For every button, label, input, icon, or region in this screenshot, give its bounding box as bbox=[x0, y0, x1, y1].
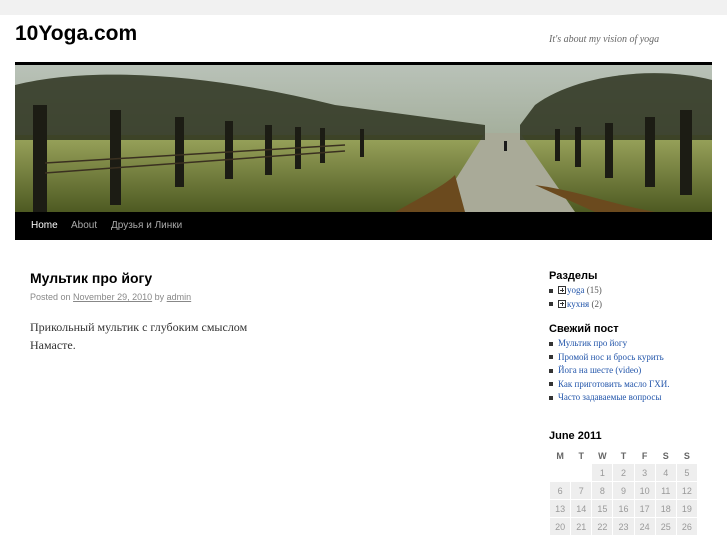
calendar-day: 19 bbox=[676, 500, 697, 517]
categories-list: yoga (15) кухня (2) bbox=[549, 284, 602, 311]
bullet-icon bbox=[549, 382, 553, 387]
bullet-icon bbox=[549, 302, 553, 307]
recent-post-link[interactable]: Йога на шесте (video) bbox=[558, 365, 641, 375]
bullet-icon bbox=[549, 341, 553, 346]
calendar-day: 22 bbox=[592, 518, 613, 535]
calendar-day: 23 bbox=[613, 518, 634, 535]
recent-post-link[interactable]: Промой нос и брось курить bbox=[558, 352, 664, 362]
calendar-weekday: M bbox=[556, 450, 564, 461]
nav-item-home[interactable]: Home bbox=[31, 212, 58, 240]
header-banner-image bbox=[15, 65, 712, 212]
calendar-day: 2 bbox=[613, 464, 634, 481]
calendar-weekday: S bbox=[662, 450, 669, 461]
calendar-weekday: W bbox=[598, 450, 607, 461]
post-meta-prefix: Posted on bbox=[30, 292, 71, 302]
calendar-day: 14 bbox=[571, 500, 592, 517]
recent-posts-list: Мультик про йогу Промой нос и брось кури… bbox=[549, 337, 669, 405]
calendar-week: 6 7 8 9 10 11 12 bbox=[550, 482, 697, 499]
calendar-caption: June 2011 bbox=[549, 430, 602, 442]
recent-post-link[interactable]: Мультик про йогу bbox=[558, 338, 627, 348]
calendar-day: 7 bbox=[571, 482, 592, 499]
calendar-day: 21 bbox=[571, 518, 592, 535]
calendar-day: 5 bbox=[676, 464, 697, 481]
calendar-day: 4 bbox=[655, 464, 676, 481]
calendar-header-row: M T W T F S S bbox=[550, 448, 697, 463]
calendar-day: 9 bbox=[613, 482, 634, 499]
recent-posts-widget-title: Свежий пост bbox=[549, 323, 619, 335]
post-title[interactable]: Мультик про йогу bbox=[30, 270, 152, 286]
nav-item-about[interactable]: About bbox=[71, 212, 97, 240]
calendar-day: 25 bbox=[655, 518, 676, 535]
calendar-day: 20 bbox=[550, 518, 571, 535]
calendar-day: 6 bbox=[550, 482, 571, 499]
category-count: (15) bbox=[586, 285, 602, 295]
calendar-day: 3 bbox=[634, 464, 655, 481]
calendar-weekday: T bbox=[578, 450, 584, 461]
calendar-day: 24 bbox=[634, 518, 655, 535]
list-item: Йога на шесте (video) bbox=[549, 364, 669, 378]
bullet-icon bbox=[549, 395, 553, 400]
expand-plus-icon[interactable] bbox=[558, 299, 566, 308]
bullet-icon bbox=[549, 288, 553, 293]
post-paragraph: Прикольный мультик с глубоким смыслом bbox=[30, 320, 248, 334]
calendar-day: 26 bbox=[676, 518, 697, 535]
recent-post-link[interactable]: Часто задаваемые вопросы bbox=[558, 392, 661, 402]
post-meta-by: by bbox=[154, 292, 165, 302]
bullet-icon bbox=[549, 355, 553, 360]
category-link-kitchen[interactable]: кухня bbox=[567, 299, 589, 309]
list-item: Промой нос и брось курить bbox=[549, 351, 669, 365]
calendar-day: 1 bbox=[592, 464, 613, 481]
recent-post-link[interactable]: Как приготовить масло ГХИ. bbox=[558, 379, 669, 389]
list-item: Часто задаваемые вопросы bbox=[549, 391, 669, 405]
calendar-day: 10 bbox=[634, 482, 655, 499]
calendar-empty-cell bbox=[550, 464, 570, 481]
category-count: (2) bbox=[591, 298, 602, 309]
calendar-weekday: S bbox=[683, 450, 690, 461]
post-meta: Posted on November 29, 2010 by admin bbox=[30, 292, 191, 302]
calendar-day: 16 bbox=[613, 500, 634, 517]
site-title[interactable]: 10Yoga.com bbox=[15, 22, 137, 46]
post-paragraph: Намасте. bbox=[30, 338, 76, 352]
calendar-day: 12 bbox=[676, 482, 697, 499]
post-date-link[interactable]: November 29, 2010 bbox=[73, 292, 152, 302]
post-body: Прикольный мультик с глубоким смыслом На… bbox=[30, 318, 490, 354]
site-description: It's about my vision of yoga bbox=[549, 34, 660, 45]
calendar-day: 13 bbox=[550, 500, 571, 517]
calendar-day: 15 bbox=[592, 500, 613, 517]
calendar: M T W T F S S 1 2 3 4 5 6 7 8 9 10 11 12 bbox=[549, 447, 698, 536]
calendar-day: 8 bbox=[592, 482, 613, 499]
post-author-link[interactable]: admin bbox=[167, 292, 192, 302]
calendar-weekday: T bbox=[620, 450, 627, 461]
category-link-yoga[interactable]: yoga bbox=[567, 285, 585, 295]
list-item: Мультик про йогу bbox=[549, 337, 669, 351]
calendar-day: 18 bbox=[655, 500, 676, 517]
calendar-weekday: F bbox=[641, 450, 648, 461]
calendar-week: 20 21 22 23 24 25 26 bbox=[550, 518, 697, 535]
calendar-week: 13 14 15 16 17 18 19 bbox=[550, 500, 697, 517]
list-item: yoga (15) bbox=[549, 284, 602, 298]
bullet-icon bbox=[549, 368, 553, 373]
calendar-day: 11 bbox=[655, 482, 676, 499]
list-item: кухня (2) bbox=[549, 298, 602, 312]
categories-widget-title: Разделы bbox=[549, 270, 598, 282]
main-nav: Home About Друзья и Линки bbox=[15, 212, 712, 240]
calendar-empty-cell bbox=[571, 464, 591, 481]
calendar-week: 1 2 3 4 5 bbox=[550, 464, 697, 481]
list-item: Как приготовить масло ГХИ. bbox=[549, 378, 669, 392]
nav-item-friends-links[interactable]: Друзья и Линки bbox=[111, 212, 182, 240]
calendar-day: 17 bbox=[634, 500, 655, 517]
expand-plus-icon[interactable] bbox=[558, 286, 566, 294]
